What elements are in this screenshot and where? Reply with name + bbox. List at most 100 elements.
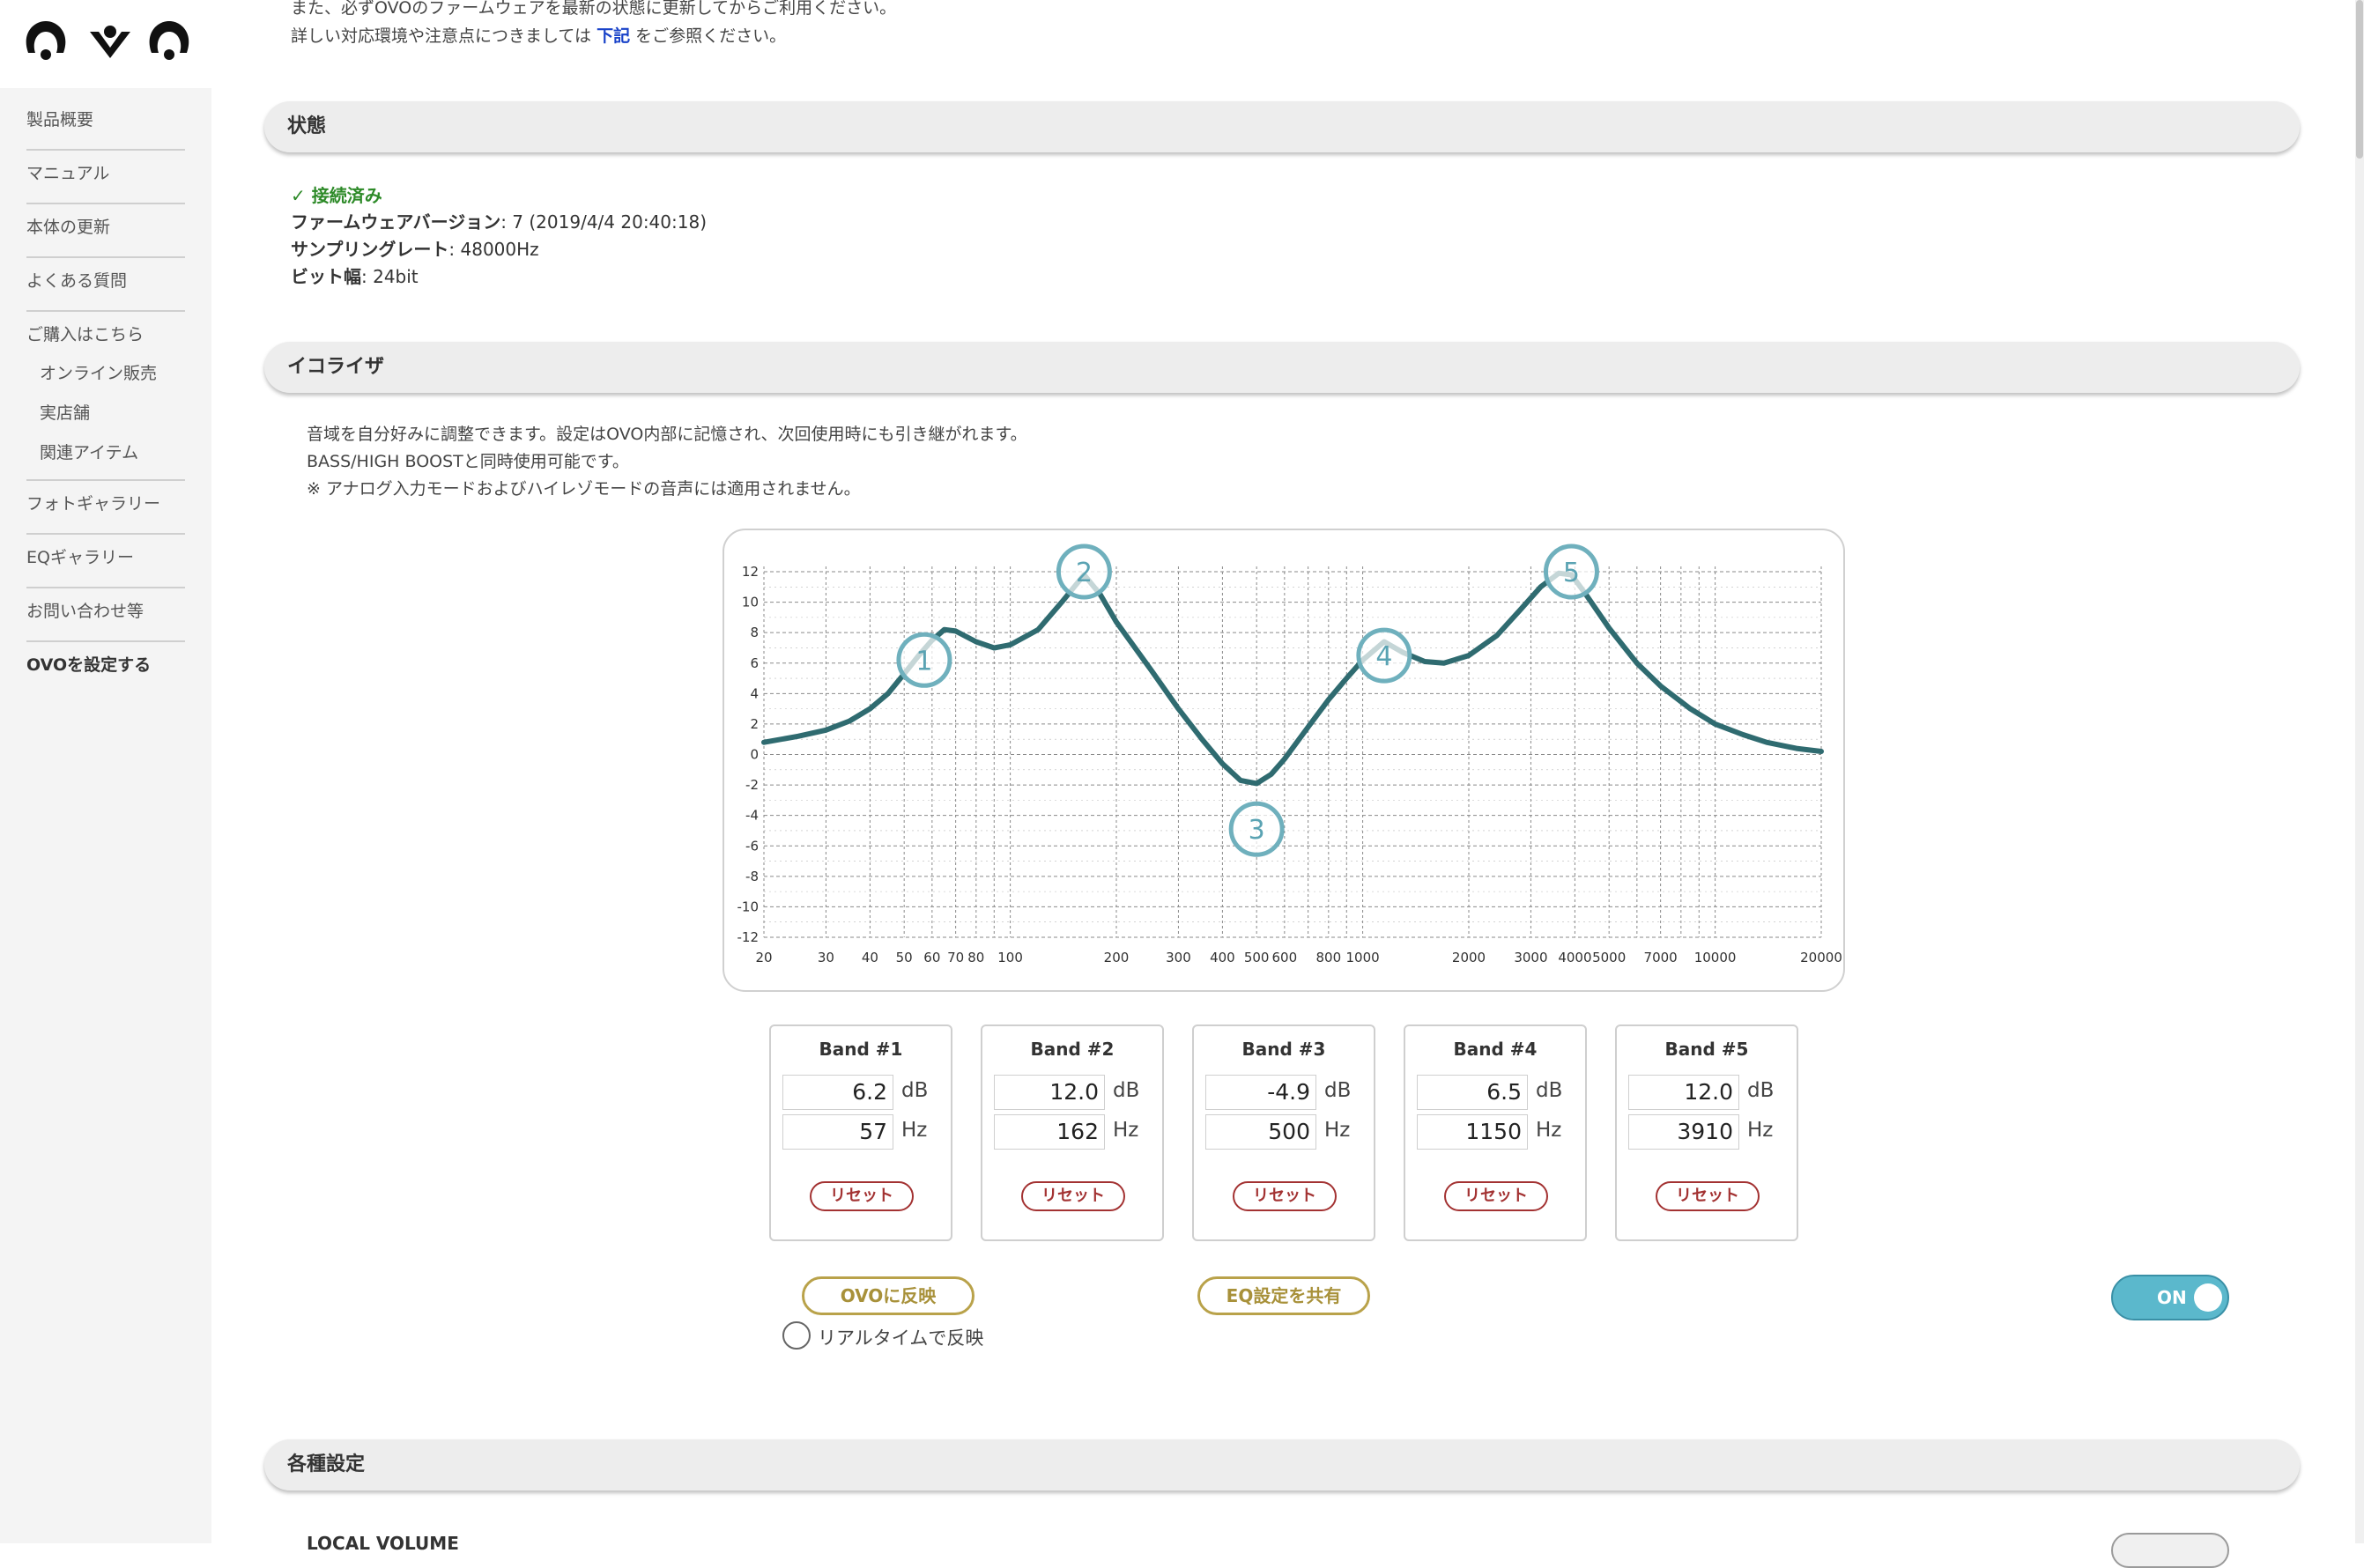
realtime-apply-radio[interactable] — [782, 1321, 811, 1350]
connection-status: ✓ 接続済み — [291, 181, 382, 207]
bitdepth-value: : 24bit — [361, 266, 419, 287]
scrollbar[interactable] — [2355, 0, 2364, 1543]
x-tick-label: 80 — [967, 950, 984, 965]
sidebar-item-update[interactable]: 本体の更新 — [26, 204, 185, 258]
x-tick-label: 1000 — [1345, 950, 1379, 965]
band-4-db-unit: dB — [1536, 1079, 1563, 1102]
x-tick-label: 800 — [1316, 950, 1342, 965]
band-3-gain-input[interactable]: -4.9 — [1205, 1075, 1316, 1110]
band-4-gain-input[interactable]: 6.5 — [1417, 1075, 1528, 1110]
band-2-panel: Band #2 12.0 dB 162 Hz リセット — [981, 1024, 1164, 1241]
band-handle-label: 2 — [1076, 558, 1093, 588]
sidebar-item-contact[interactable]: お問い合わせ等 — [26, 588, 185, 642]
x-tick-label: 2000 — [1452, 950, 1486, 965]
band-1-panel: Band #1 6.2 dB 57 Hz リセット — [769, 1024, 952, 1241]
band-1-gain-input[interactable]: 6.2 — [782, 1075, 893, 1110]
y-tick-label: 2 — [750, 716, 759, 732]
band-3-reset-button[interactable]: リセット — [1233, 1181, 1337, 1211]
realtime-apply-label: リアルタイムで反映 — [818, 1328, 984, 1349]
band-1-hz-unit: Hz — [901, 1119, 928, 1142]
y-tick-label: -2 — [745, 777, 759, 793]
sidebar-item-photo-gallery[interactable]: フォトギャラリー — [26, 481, 185, 535]
scrollbar-thumb[interactable] — [2356, 0, 2363, 159]
y-tick-label: -4 — [745, 808, 759, 824]
band-handle-label: 4 — [1375, 641, 1392, 672]
band-handle-label: 3 — [1249, 815, 1265, 846]
y-tick-label: -6 — [745, 838, 759, 854]
sidebar-item-purchase[interactable]: ご購入はこちら — [26, 312, 185, 354]
see-below-note: 詳しい対応環境や注意点につきましては 下記 をご参照ください。 — [291, 23, 786, 47]
firmware-version: ファームウェアバージョン: 7 (2019/4/4 20:40:18) — [291, 208, 707, 233]
status-section-header[interactable]: 状態 — [264, 101, 2300, 152]
x-tick-label: 600 — [1272, 950, 1298, 965]
local-volume-toggle[interactable] — [2111, 1533, 2229, 1568]
eq-enable-toggle[interactable]: ON — [2111, 1275, 2229, 1320]
band-3-freq-input[interactable]: 500 — [1205, 1114, 1316, 1150]
sampling-value: : 48000Hz — [448, 239, 539, 260]
see-below-text-after: をご参照ください。 — [630, 26, 787, 46]
band-4-freq-input[interactable]: 1150 — [1417, 1114, 1528, 1150]
band-5-hz-unit: Hz — [1747, 1119, 1774, 1142]
x-tick-label: 7000 — [1644, 950, 1678, 965]
sidebar-subitem-related-items[interactable]: 関連アイテム — [26, 433, 185, 481]
band-3-db-unit: dB — [1324, 1079, 1352, 1102]
band-handle-3[interactable]: 3 — [1228, 801, 1285, 857]
toggle-knob — [2194, 1283, 2222, 1312]
logo-area — [0, 0, 211, 88]
band-1-reset-button[interactable]: リセット — [810, 1181, 914, 1211]
band-2-gain-input[interactable]: 12.0 — [994, 1075, 1105, 1110]
band-2-reset-button[interactable]: リセット — [1021, 1181, 1125, 1211]
band-4-panel: Band #4 6.5 dB 1150 Hz リセット — [1404, 1024, 1587, 1241]
band-2-hz-unit: Hz — [1113, 1119, 1139, 1142]
sidebar-item-faq[interactable]: よくある質問 — [26, 258, 185, 312]
x-tick-label: 300 — [1166, 950, 1191, 965]
see-below-link[interactable]: 下記 — [597, 26, 630, 46]
band-2-title: Band #2 — [1030, 1039, 1115, 1060]
band-handle-4[interactable]: 4 — [1356, 627, 1412, 684]
bit-depth: ビット幅: 24bit — [291, 263, 419, 288]
x-tick-label: 5000 — [1592, 950, 1626, 965]
band-4-reset-button[interactable]: リセット — [1444, 1181, 1548, 1211]
x-tick-label: 400 — [1210, 950, 1235, 965]
firmware-label: ファームウェアバージョン — [291, 211, 501, 233]
eq-chart-svg[interactable]: 121086420-2-4-6-8-10-1220 30 40 50 60 70 80 100… — [724, 530, 1843, 990]
share-eq-button[interactable]: EQ設定を共有 — [1197, 1276, 1370, 1315]
band-5-db-unit: dB — [1747, 1079, 1775, 1102]
y-tick-label: -8 — [745, 869, 759, 884]
sidebar-item-configure-ovo[interactable]: OVOを設定する — [26, 642, 185, 696]
band-3-title: Band #3 — [1241, 1039, 1326, 1060]
y-tick-label: 4 — [750, 685, 759, 701]
ovo-logo-icon[interactable] — [25, 19, 197, 62]
band-handle-5[interactable]: 5 — [1543, 544, 1599, 600]
x-tick-label: 20000 — [1800, 950, 1842, 965]
band-5-panel: Band #5 12.0 dB 3910 Hz リセット — [1615, 1024, 1798, 1241]
band-4-hz-unit: Hz — [1536, 1119, 1562, 1142]
sidebar-item-manual[interactable]: マニュアル — [26, 151, 185, 204]
y-tick-label: -10 — [737, 899, 760, 914]
band-5-reset-button[interactable]: リセット — [1656, 1181, 1760, 1211]
band-handle-label: 5 — [1563, 558, 1580, 588]
main-content: また、必ずOVOのファームウェアを最新の状態に更新してからご利用ください。 詳し… — [211, 0, 2364, 1568]
sidebar-item-eq-gallery[interactable]: EQギャラリー — [26, 535, 185, 588]
band-1-freq-input[interactable]: 57 — [782, 1114, 893, 1150]
y-tick-label: 10 — [742, 595, 759, 610]
band-5-gain-input[interactable]: 12.0 — [1628, 1075, 1739, 1110]
sidebar-subitem-online-store[interactable]: オンライン販売 — [26, 354, 185, 394]
band-5-freq-input[interactable]: 3910 — [1628, 1114, 1739, 1150]
settings-section-header[interactable]: 各種設定 — [264, 1439, 2300, 1490]
sidebar-subitem-retail-store[interactable]: 実店舗 — [26, 394, 185, 433]
x-tick-label: 500 — [1244, 950, 1270, 965]
equalizer-section-header[interactable]: イコライザ — [264, 342, 2300, 393]
x-tick-label: 70 — [947, 950, 964, 965]
eq-chart[interactable]: 12 10 8 6 4 2 0 -2 -4 -6 -8 -10 -12 20 30 40 50 60 70 80 100… — [723, 529, 1845, 992]
band-2-freq-input[interactable]: 162 — [994, 1114, 1105, 1150]
band-handle-2[interactable]: 2 — [1056, 544, 1112, 600]
x-tick-label: 20 — [755, 950, 772, 965]
band-handle-label: 1 — [915, 646, 932, 677]
band-1-db-unit: dB — [901, 1079, 929, 1102]
band-handle-1[interactable]: 1 — [896, 632, 952, 688]
x-tick-label: 10000 — [1694, 950, 1737, 965]
firmware-value: : 7 (2019/4/4 20:40:18) — [500, 211, 707, 233]
apply-to-ovo-button[interactable]: OVOに反映 — [802, 1276, 975, 1315]
sidebar-item-product-overview[interactable]: 製品概要 — [26, 97, 185, 151]
